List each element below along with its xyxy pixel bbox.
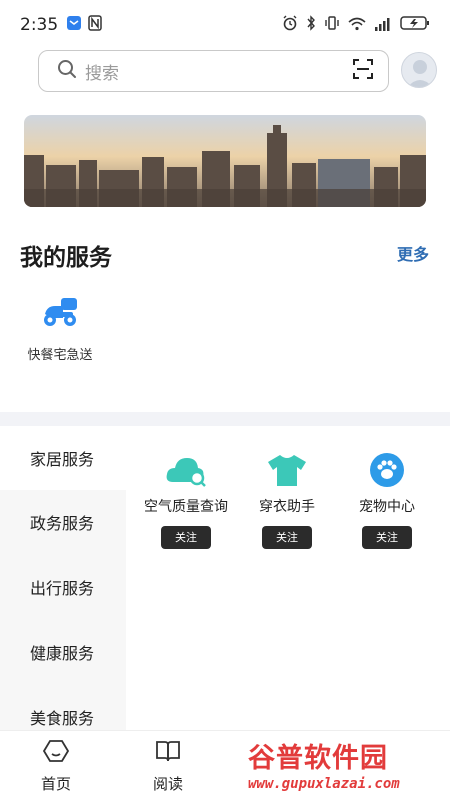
scooter-delivery-icon [20,296,100,332]
feature-label: 空气质量查询 [144,499,228,515]
tshirt-icon [237,452,337,488]
section-divider [0,412,450,426]
follow-button[interactable]: 关注 [362,526,412,549]
follow-button[interactable]: 关注 [262,526,312,549]
nav-read[interactable]: 阅读 [133,739,203,794]
search-input[interactable]: 搜索 [85,59,352,84]
search-bar[interactable]: 搜索 [38,50,389,92]
book-icon [133,739,203,767]
wifi-icon [348,16,366,35]
alarm-icon [282,15,298,35]
msg-badge-icon [66,15,82,35]
feature-label: 穿衣助手 [259,499,315,515]
status-time: 2:35 [20,15,59,35]
paw-icon [337,452,437,488]
feature-panel: 空气质量查询 关注 穿衣助手 关注 宠物中心 关注 [126,426,450,706]
my-services-title: 我的服务 [20,245,112,271]
nav-read-label: 阅读 [152,775,183,793]
category-government[interactable]: 政务服务 [0,490,126,554]
category-travel[interactable]: 出行服务 [0,555,126,619]
watermark-brand: 谷普软件园 [248,743,388,774]
service-label: 快餐宅急送 [27,348,93,363]
category-home[interactable]: 家居服务 [0,426,126,490]
status-right-icons [282,15,430,35]
feature-air-quality[interactable]: 空气质量查询 关注 [136,452,236,549]
air-quality-icon [136,452,236,488]
feature-label: 宠物中心 [359,499,415,515]
nav-home[interactable]: 首页 [21,739,91,794]
watermark: 谷普软件园 www.gupuxlazai.com [248,736,446,798]
category-health[interactable]: 健康服务 [0,620,126,684]
avatar[interactable] [401,52,437,88]
service-tile-delivery[interactable]: 快餐宅急送 [20,296,100,368]
feature-clothing[interactable]: 穿衣助手 关注 [237,452,337,549]
status-left-icons [66,15,102,35]
feature-pet-center[interactable]: 宠物中心 关注 [337,452,437,549]
watermark-url: www.gupuxlazai.com [248,776,400,792]
search-icon [57,59,77,83]
nfc-icon [88,15,102,35]
status-bar: 2:35 [0,0,450,50]
more-link[interactable]: 更多 [397,241,429,265]
avatar-icon [407,60,433,87]
scan-icon[interactable] [352,58,374,84]
home-icon [21,739,91,767]
vibrate-icon [324,15,340,35]
follow-button[interactable]: 关注 [161,526,211,549]
bluetooth-icon [306,15,316,35]
category-sidebar: 家居服务 政务服务 出行服务 健康服务 美食服务 [0,426,126,731]
banner-image[interactable] [24,115,426,207]
battery-charging-icon [400,15,430,35]
nav-home-label: 首页 [40,775,71,793]
signal-icon [374,16,392,35]
city-skyline-banner [24,115,426,207]
